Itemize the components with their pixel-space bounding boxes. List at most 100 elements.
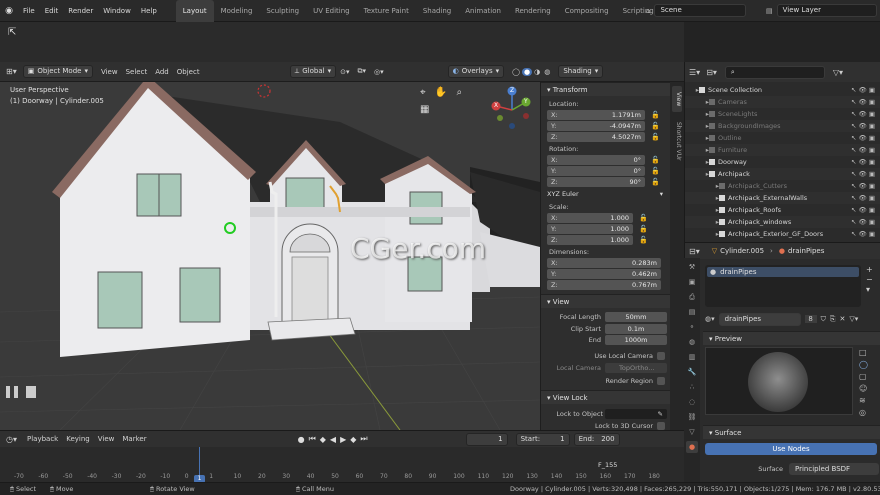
editor-type-icon[interactable]: ⊞▾ [6, 67, 17, 76]
editor-type-icon[interactable]: ⊟▾ [689, 247, 700, 256]
menu-render[interactable]: Render [63, 0, 98, 22]
expand-arrow-icon[interactable]: ▸ [685, 84, 699, 96]
viewport-menu-add[interactable]: Add [151, 68, 173, 76]
rotation-y-field[interactable]: Y: 0° [547, 166, 645, 176]
navigation-gizmo[interactable]: Z Y X [488, 84, 536, 132]
tab-rendering[interactable]: Rendering [508, 0, 558, 22]
material-slot[interactable]: ● drainPipes [707, 267, 859, 277]
clip-end-field[interactable]: 1000m [605, 335, 667, 345]
zoom-view-icon[interactable]: ⌕ [456, 87, 462, 98]
start-frame-field[interactable]: Start: 1 [515, 432, 570, 446]
scene-selector[interactable]: ⌂ Scene [646, 4, 747, 17]
focal-length-field[interactable]: 50mm [605, 312, 667, 322]
shading-dropdown[interactable]: Shading ▾ [558, 65, 604, 78]
play-icon[interactable]: ▶ [338, 435, 348, 444]
scene-tab-icon[interactable]: ⚬ [686, 321, 698, 333]
outliner-row[interactable]: ▸ Scene Collection ↖ 👁 ▣ [685, 84, 880, 96]
menu-window[interactable]: Window [98, 0, 136, 22]
material-name-field[interactable]: drainPipes [718, 312, 801, 326]
local-camera-field[interactable]: TopOrtho... [605, 363, 667, 373]
end-frame-field[interactable]: End: 200 [573, 432, 620, 446]
view-layer-selector[interactable]: ▤ View Layer [766, 4, 877, 17]
transform-orientation-dropdown[interactable]: ⟂ Global ▾ [289, 65, 337, 78]
rotation-lock-icons[interactable]: 🔓 🔓 🔓 [651, 155, 660, 188]
output-tab-icon[interactable]: ⎙ [686, 291, 698, 303]
use-local-camera-checkbox[interactable] [657, 352, 665, 360]
tab-layout[interactable]: Layout [175, 0, 214, 22]
pivot-icon[interactable]: ⊙▾ [336, 68, 353, 76]
material-shading-icon[interactable]: ◑ [532, 68, 542, 76]
editor-type-icon[interactable]: ◷▾ [6, 435, 17, 444]
prev-keyframe-icon[interactable]: ◆ [318, 435, 328, 444]
mode-dropdown[interactable]: ▣ Object Mode ▾ [22, 65, 93, 78]
jump-end-icon[interactable]: ⏭ [358, 434, 369, 444]
expand-arrow-icon[interactable]: ▸ [685, 120, 709, 132]
viewport-menu-select[interactable]: Select [122, 68, 152, 76]
preview-type-buttons[interactable]: □ ◯ ▢ ☺ ≋ ◎ [859, 347, 868, 419]
timeline-menu-marker[interactable]: Marker [118, 435, 150, 443]
3d-viewport[interactable]: User Perspective (1) Doorway | Cylinder.… [0, 82, 540, 430]
record-icon[interactable]: ● [296, 435, 307, 444]
editor-type-icon[interactable]: ☰▾ [689, 68, 700, 77]
visibility-toggle-icons[interactable]: ↖ 👁 ▣ [851, 228, 875, 240]
timeline-menu-keying[interactable]: Keying [62, 435, 94, 443]
outliner-search-input[interactable]: ⌕ [724, 65, 825, 79]
next-keyframe-icon[interactable]: ◆ [348, 435, 358, 444]
wireframe-shading-icon[interactable]: ◯ [510, 68, 522, 76]
tab-view[interactable]: View [672, 86, 682, 112]
close-icon[interactable]: ✕ [839, 315, 845, 323]
expand-arrow-icon[interactable]: ▸ [685, 180, 719, 192]
expand-arrow-icon[interactable]: ▸ [685, 96, 709, 108]
tab-uv-editing[interactable]: UV Editing [306, 0, 357, 22]
blender-logo-icon[interactable]: ◉ [0, 6, 18, 16]
dimensions-x-field[interactable]: X: 0.283m [547, 258, 661, 268]
scale-x-field[interactable]: X: 1.000 [547, 213, 633, 223]
use-nodes-button[interactable]: Use Nodes [705, 443, 877, 455]
outliner-row[interactable]: ▸ Archipack_Exterior_GF_Doors ↖ 👁 ▣ [685, 228, 880, 240]
tab-animation[interactable]: Animation [458, 0, 508, 22]
rotation-mode-dropdown[interactable]: XYZ Euler ▾ [547, 190, 665, 200]
dimensions-z-field[interactable]: Z: 0.767m [547, 280, 661, 290]
transform-section-header[interactable]: ▾ Transform [541, 82, 670, 96]
menu-help[interactable]: Help [136, 0, 162, 22]
dimensions-y-field[interactable]: Y: 0.462m [547, 269, 661, 279]
visibility-toggle-icons[interactable]: ↖ 👁 ▣ [851, 168, 875, 180]
filter-icon[interactable]: ▽▾ [833, 68, 843, 77]
tab-shading[interactable]: Shading [416, 0, 458, 22]
scale-lock-icons[interactable]: 🔓 🔓 🔓 [639, 213, 648, 246]
tool-tab-icon[interactable]: ⚒ [686, 261, 698, 273]
jump-start-icon[interactable]: ⏮ [307, 434, 318, 444]
filter-icon[interactable]: ▽▾ [849, 315, 858, 323]
expand-arrow-icon[interactable]: ▸ [685, 144, 709, 156]
visibility-toggle-icons[interactable]: ↖ 👁 ▣ [851, 216, 875, 228]
outliner-row[interactable]: ▸ Outline ↖ 👁 ▣ [685, 132, 880, 144]
outliner-row[interactable]: ▸ Furniture ↖ 👁 ▣ [685, 144, 880, 156]
preview-section-header[interactable]: ▾ Preview [703, 331, 880, 345]
location-lock-icons[interactable]: 🔓 🔓 🔓 [651, 110, 660, 143]
tab-sculpting[interactable]: Sculpting [259, 0, 306, 22]
visibility-toggle-icons[interactable]: ↖ 👁 ▣ [851, 108, 875, 120]
world-tab-icon[interactable]: ◍ [686, 336, 698, 348]
viewport-menu-view[interactable]: View [97, 68, 122, 76]
visibility-toggle-icons[interactable]: ↖ 👁 ▣ [851, 120, 875, 132]
rotation-x-field[interactable]: X: 0° [547, 155, 645, 165]
material-slot-list[interactable]: ● drainPipes [705, 265, 861, 307]
location-y-field[interactable]: Y: -4.0947m [547, 121, 645, 131]
visibility-toggle-icons[interactable]: ↖ 👁 ▣ [851, 84, 875, 96]
expand-arrow-icon[interactable]: ▸ [685, 156, 709, 168]
current-frame-field[interactable]: 1 [465, 432, 508, 446]
snap-icon[interactable]: ⧉▾ [354, 67, 371, 76]
material-browse-icon[interactable]: ◍▾ [705, 315, 715, 323]
visibility-toggle-icons[interactable]: ↖ 👁 ▣ [851, 144, 875, 156]
visibility-toggle-icons[interactable]: ↖ 👁 ▣ [851, 192, 875, 204]
expand-arrow-icon[interactable]: ▸ [685, 132, 709, 144]
physics-tab-icon[interactable]: ◌ [686, 396, 698, 408]
timeline-menu-playback[interactable]: Playback [23, 435, 62, 443]
expand-arrow-icon[interactable]: ▸ [685, 168, 709, 180]
render-region-checkbox[interactable] [657, 377, 665, 385]
camera-view-icon[interactable]: ⌖ [420, 87, 426, 98]
copy-icon[interactable]: ⎘ [830, 315, 836, 324]
tab-shortcut-vur[interactable]: Shortcut VUr [672, 116, 682, 166]
select-tool-icon[interactable]: ⇱ [8, 27, 16, 38]
user-count[interactable]: 8 [804, 315, 817, 323]
